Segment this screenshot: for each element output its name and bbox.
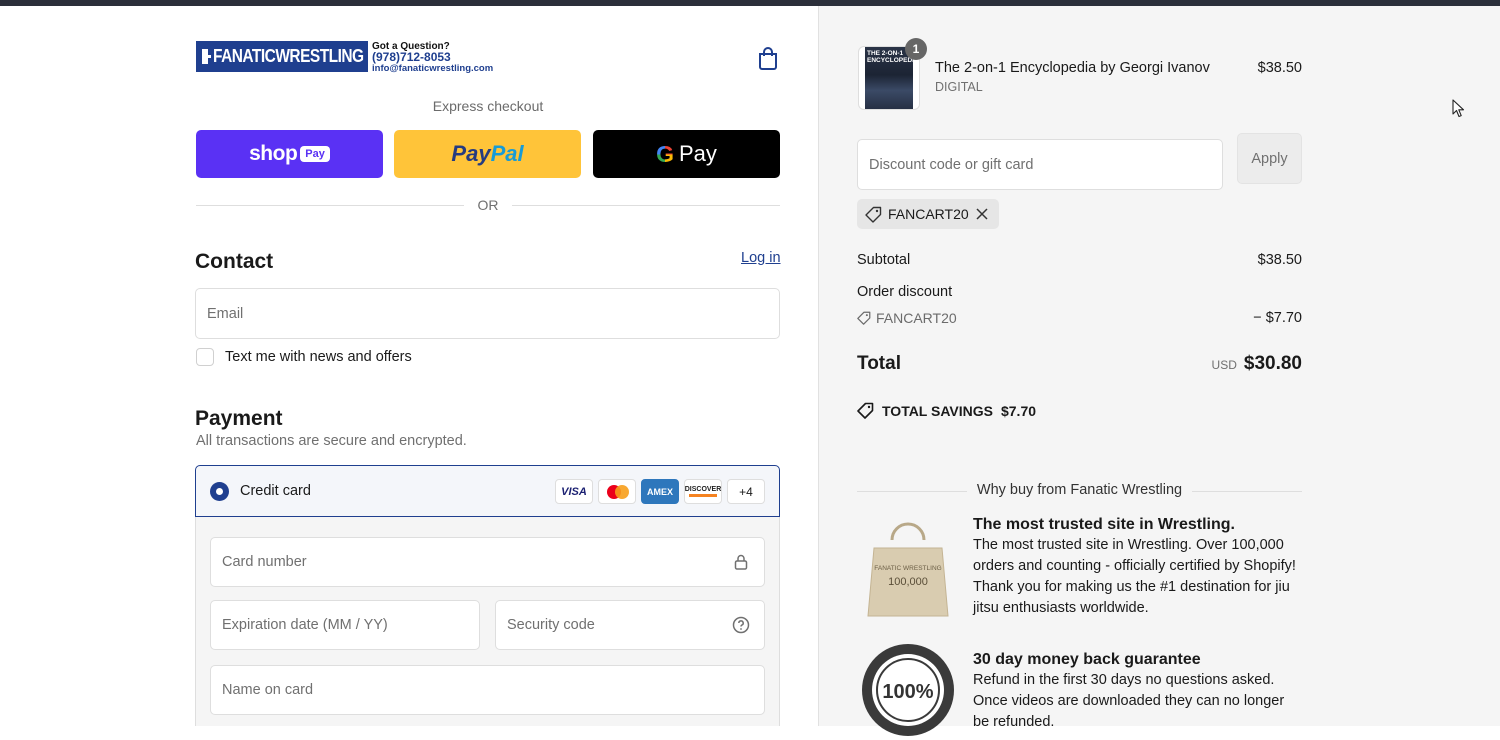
order-discount-value: − $7.70 [1253, 310, 1302, 326]
paypal-logo-part-1: Pay [451, 141, 491, 166]
applied-discount-code: FANCART20 [888, 206, 969, 222]
why-buy-divider: Why buy from Fanatic Wrestling [857, 482, 1302, 502]
sms-opt-in[interactable]: Text me with news and offers [196, 348, 412, 366]
tag-icon [865, 206, 882, 223]
currency-code: USD [1211, 358, 1237, 372]
card-number-field[interactable]: Card number [210, 537, 765, 587]
name-on-card-field[interactable]: Name on card [210, 665, 765, 715]
email-field[interactable]: Email [195, 288, 780, 339]
subtotal-value: $38.50 [1257, 252, 1302, 268]
discover-bar [689, 494, 717, 497]
shop-pay-word: shop [249, 142, 298, 165]
card-brand-logos: VISA AMEX DISCOVER +4 [555, 479, 765, 504]
product-type: DIGITAL [935, 80, 983, 94]
feature-body: Refund in the first 30 days no questions… [973, 672, 1285, 730]
credit-card-radio[interactable] [210, 481, 229, 501]
total-label: Total [857, 353, 901, 374]
order-discount-code-text: FANCART20 [876, 310, 957, 326]
order-discount-code: FANCART20 [857, 310, 957, 326]
mastercard-yellow-circle [615, 485, 629, 499]
tag-icon [857, 402, 874, 419]
card-number-placeholder: Card number [222, 554, 307, 570]
feature-body: The most trusted site in Wrestling. Over… [973, 537, 1296, 616]
email-placeholder: Email [207, 305, 244, 322]
bag-image-text: FANATIC WRESTLING [874, 565, 941, 572]
discover-text: DISCOVER [684, 486, 722, 493]
logo-banner: FANATICWRESTLING [196, 41, 368, 72]
logo-brand-text: FANATICWRESTLING [213, 46, 364, 66]
apply-button[interactable]: Apply [1237, 133, 1302, 184]
amex-icon: AMEX [641, 479, 679, 504]
product-cover-image: THE 2-ON-1 ENCYCLOPEDIA [865, 47, 919, 109]
shopping-bag-100k-icon: FANATIC WRESTLING 100,000 [867, 522, 949, 617]
quantity-badge: 1 [905, 38, 927, 60]
total-value: $30.80 [1243, 353, 1302, 374]
logo-phone: (978)712-8053 [372, 50, 451, 64]
feature-title: The most trusted site in Wrestling. [973, 516, 1235, 533]
name-on-card-placeholder: Name on card [222, 682, 314, 698]
order-discount-label: Order discount [857, 284, 953, 300]
mouse-cursor-icon [1452, 99, 1465, 118]
subtotal-label: Subtotal [857, 252, 911, 268]
expiry-placeholder: Expiration date (MM / YY) [222, 617, 388, 633]
lock-icon [734, 554, 748, 570]
google-g-icon: G [656, 140, 674, 167]
security-code-field[interactable]: Security code [495, 600, 765, 650]
radio-dot [216, 487, 223, 495]
badge-image-text: 100% [882, 681, 933, 703]
contact-heading: Contact [195, 250, 274, 273]
help-question-icon[interactable] [732, 616, 750, 634]
express-checkout-label: Express checkout [432, 98, 544, 114]
bag-image-number: 100,000 [888, 576, 928, 588]
logo-square-icon [202, 49, 211, 64]
tag-icon [857, 311, 871, 325]
sms-checkbox[interactable] [196, 348, 214, 366]
shop-pay-button[interactable]: shop Pay [196, 130, 383, 178]
discount-placeholder: Discount code or gift card [869, 156, 1034, 173]
google-pay-word: Pay [678, 141, 717, 166]
remove-discount-close-icon[interactable] [975, 207, 989, 221]
payment-heading: Payment [195, 407, 283, 430]
shopping-bag-icon[interactable] [757, 46, 779, 70]
discount-code-field[interactable]: Discount code or gift card [857, 139, 1223, 190]
payment-subtitle: All transactions are secure and encrypte… [196, 433, 467, 449]
applied-discount-chip: FANCART20 [857, 199, 999, 229]
discover-icon: DISCOVER [684, 479, 722, 504]
visa-icon: VISA [555, 479, 593, 504]
shop-pay-badge: Pay [300, 146, 330, 162]
why-buy-heading: Why buy from Fanatic Wrestling [976, 482, 1183, 498]
paypal-logo: PayPal [451, 141, 523, 167]
expiry-field[interactable]: Expiration date (MM / YY) [210, 600, 480, 650]
mastercard-icon [598, 479, 636, 504]
paypal-logo-part-2: Pal [490, 141, 524, 166]
total-amount: USD $30.80 [1150, 353, 1302, 375]
google-pay-logo: G Pay [656, 141, 717, 168]
login-link[interactable]: Log in [741, 250, 781, 266]
feature-title: 30 day money back guarantee [973, 651, 1201, 668]
total-savings-value: $7.70 [1000, 402, 1037, 419]
credit-card-option[interactable]: Credit card VISA AMEX DISCOVER +4 [195, 465, 780, 517]
total-savings: TOTAL SAVINGS $7.70 [857, 402, 1036, 419]
total-savings-label: TOTAL SAVINGS [882, 402, 993, 419]
store-logo[interactable]: FANATICWRESTLING Got a Question? (978)71… [196, 41, 493, 74]
more-cards-badge: +4 [727, 479, 765, 504]
product-price: $38.50 [1257, 60, 1302, 76]
credit-card-label: Credit card [240, 483, 311, 499]
paypal-button[interactable]: PayPal [394, 130, 581, 178]
sms-label: Text me with news and offers [225, 349, 412, 365]
security-code-placeholder: Security code [507, 617, 595, 633]
logo-contact: Got a Question? (978)712-8053 info@fanat… [372, 41, 493, 74]
or-divider: OR [196, 196, 780, 216]
money-back-badge-icon: 100% [862, 644, 954, 736]
logo-email: info@fanaticwrestling.com [372, 63, 494, 74]
product-name: The 2-on-1 Encyclopedia by Georgi Ivanov [935, 60, 1210, 76]
google-pay-button[interactable]: G Pay [593, 130, 780, 178]
or-text: OR [477, 197, 499, 213]
